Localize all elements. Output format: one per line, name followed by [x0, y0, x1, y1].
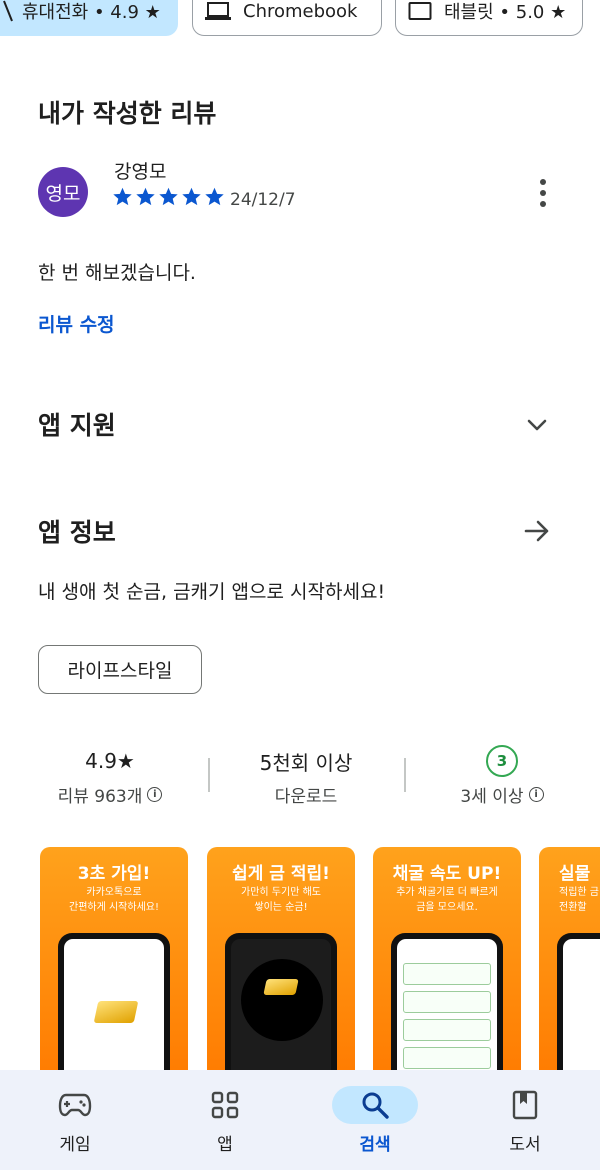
star-icon [113, 187, 132, 206]
downloads-value: 5천회 이상 [259, 750, 353, 775]
star-icon [205, 187, 224, 206]
screenshot-1[interactable]: 3초 가입! 카카오톡으로간편하게 시작하세요! [40, 847, 188, 1077]
nav-books-label: 도서 [509, 1135, 541, 1155]
screenshot-3[interactable]: 채굴 속도 UP! 추가 채굴기로 더 빠르게금을 모으세요. [373, 847, 521, 1077]
stat-age-rating[interactable]: 3 3세 이상 i [432, 744, 572, 807]
screenshot-subtext: 가만히 두기만 해도쌓이는 순금! [207, 885, 355, 915]
avatar: 영모 [38, 167, 88, 217]
device-filter-chips: 휴대전화 • 4.9 ★ Chromebook 태블릿 • 5.0 ★ [0, 0, 600, 36]
bottom-navigation: 게임 앱 검색 도서 [0, 1070, 600, 1170]
phone-mockup [225, 933, 337, 1077]
list-item [403, 963, 491, 985]
nav-games-label: 게임 [59, 1135, 91, 1155]
chip-phone[interactable]: 휴대전화 • 4.9 ★ [0, 0, 178, 36]
apps-grid-icon [182, 1086, 268, 1124]
stat-downloads: 5천회 이상 다운로드 [236, 744, 376, 808]
gold-bar-image [263, 979, 299, 995]
nav-games[interactable]: 게임 [0, 1070, 150, 1170]
nav-search[interactable]: 검색 [300, 1070, 450, 1170]
review-date: 24/12/7 [230, 190, 296, 210]
screenshot-sub1: 적립한 금 [559, 887, 599, 898]
more-options-icon[interactable] [528, 176, 558, 210]
chip-chromebook-label: Chromebook [243, 0, 358, 22]
info-icon: i [147, 787, 163, 802]
app-description: 내 생애 첫 순금, 금캐기 앱으로 시작하세요! [38, 581, 386, 603]
screenshot-headline: 채굴 속도 UP! [392, 864, 502, 884]
screenshot-subtext: 적립한 금전환할 [539, 885, 600, 915]
nav-apps[interactable]: 앱 [150, 1070, 300, 1170]
screenshot-headline: 실물 [559, 864, 591, 884]
star-icon [182, 187, 201, 206]
review-text: 한 번 해보겠습니다. [38, 262, 196, 284]
book-icon [482, 1086, 568, 1124]
chip-chromebook[interactable]: Chromebook [192, 0, 382, 36]
nav-books[interactable]: 도서 [450, 1070, 600, 1170]
phone-mockup [58, 933, 170, 1077]
phone-mockup [557, 933, 600, 1077]
age-rating-badge: 3 [486, 745, 518, 777]
screenshot-headline: 쉽게 금 적립! [232, 864, 330, 884]
phone-icon [2, 0, 14, 23]
list-item [403, 991, 491, 1013]
chip-phone-label: 휴대전화 • 4.9 ★ [22, 2, 161, 23]
category-chip[interactable]: 라이프스타일 [38, 645, 202, 694]
chip-tablet-label: 태블릿 • 5.0 ★ [444, 2, 567, 23]
star-icon [159, 187, 178, 206]
screenshot-sub2: 쌓이는 순금! [254, 902, 308, 913]
screenshot-sub1: 추가 채굴기로 더 빠르게 [396, 887, 498, 898]
screenshot-subtext: 카카오톡으로간편하게 시작하세요! [40, 885, 188, 915]
list-item [403, 1047, 491, 1069]
info-icon: i [528, 787, 544, 802]
chip-tablet[interactable]: 태블릿 • 5.0 ★ [395, 0, 583, 36]
age-rating-label: 3세 이상 [460, 787, 524, 807]
star-icon [136, 187, 155, 206]
arrow-right-icon[interactable] [522, 516, 552, 550]
screenshot-headline: 3초 가입! [77, 864, 151, 884]
screenshot-4[interactable]: 실물 적립한 금전환할 [539, 847, 600, 1077]
phone-mockup [391, 933, 503, 1077]
edit-review-link[interactable]: 리뷰 수정 [38, 310, 115, 337]
nav-search-label: 검색 [359, 1135, 391, 1155]
app-support-title[interactable]: 앱 지원 [38, 406, 116, 442]
search-icon [332, 1086, 418, 1124]
nav-apps-label: 앱 [217, 1135, 233, 1155]
mining-circle [241, 959, 323, 1041]
screenshot-carousel[interactable]: 3초 가입! 카카오톡으로간편하게 시작하세요! 쉽게 금 적립! 가만히 두기… [0, 847, 600, 1077]
gamepad-icon [32, 1086, 118, 1124]
screenshot-sub2: 금을 모으세요. [416, 902, 478, 913]
screenshot-sub1: 카카오톡으로 [86, 887, 142, 898]
reviewer-name: 강영모 [114, 161, 167, 183]
rating-count-label: 리뷰 963개 [57, 787, 143, 807]
chevron-down-icon[interactable] [522, 410, 552, 444]
tablet-icon [408, 1, 432, 21]
stat-rating[interactable]: 4.9★ 리뷰 963개 i [40, 744, 180, 807]
rating-value: 4.9★ [85, 749, 135, 773]
stat-divider [404, 758, 406, 792]
stat-divider [208, 758, 210, 792]
my-review-title: 내가 작성한 리뷰 [38, 99, 217, 128]
screenshot-subtext: 추가 채굴기로 더 빠르게금을 모으세요. [373, 885, 521, 915]
review-stars [112, 186, 225, 207]
gold-bar-image [93, 1001, 139, 1023]
app-info-title[interactable]: 앱 정보 [38, 513, 116, 549]
screenshot-sub1: 가만히 두기만 해도 [241, 887, 321, 898]
laptop-icon [205, 1, 231, 21]
screenshot-sub2: 간편하게 시작하세요! [69, 902, 159, 913]
screenshot-2[interactable]: 쉽게 금 적립! 가만히 두기만 해도쌓이는 순금! [207, 847, 355, 1077]
downloads-label: 다운로드 [274, 787, 338, 807]
list-item [403, 1019, 491, 1041]
screenshot-sub2: 전환할 [559, 902, 587, 913]
